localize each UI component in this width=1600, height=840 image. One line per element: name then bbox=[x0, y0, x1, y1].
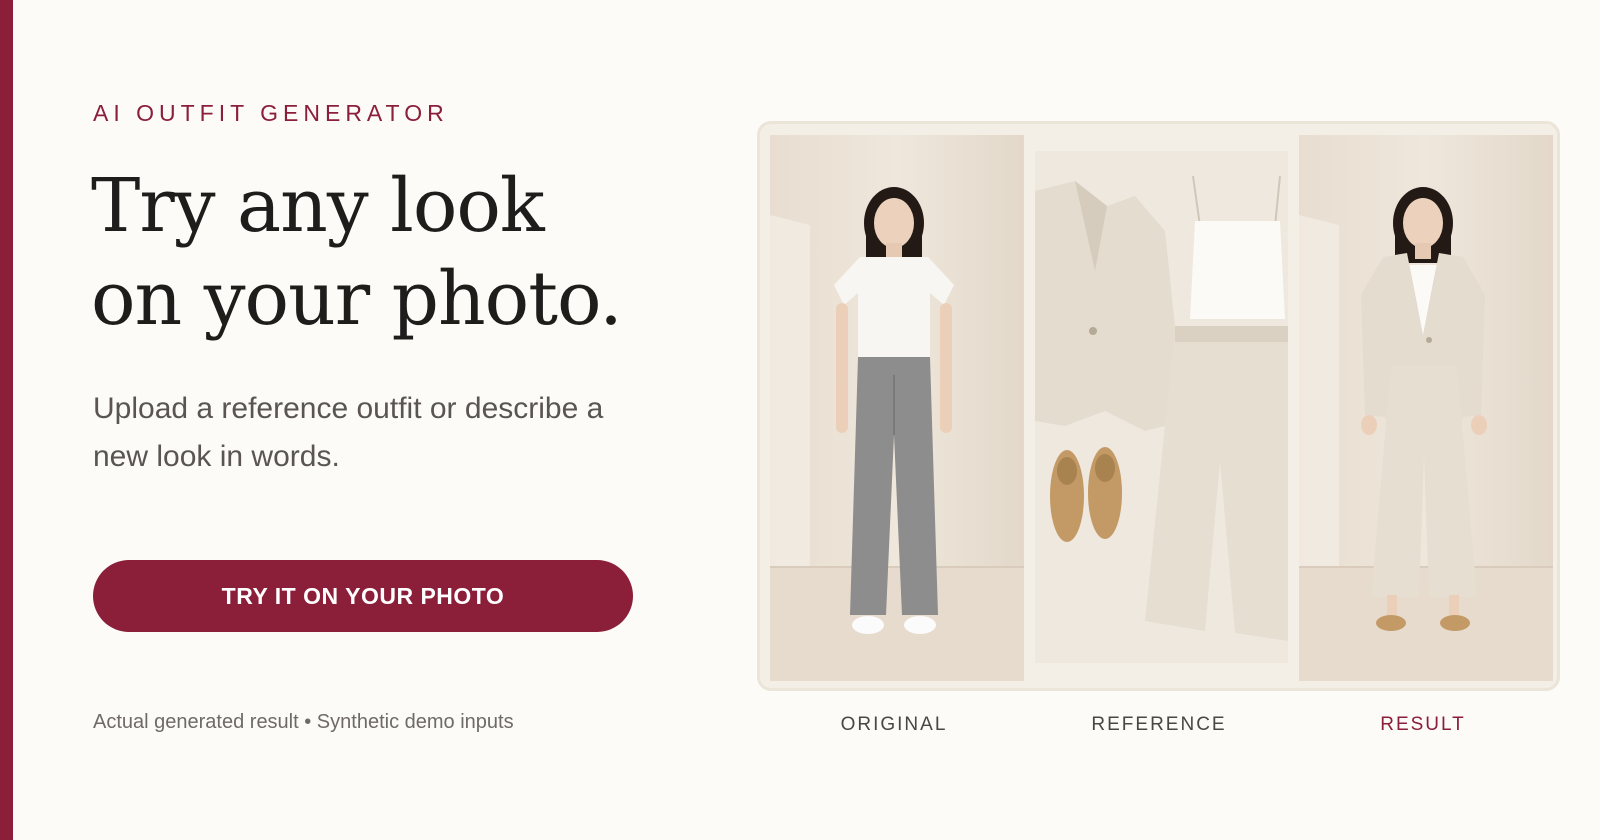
comparison-frame bbox=[757, 121, 1560, 691]
eyebrow-label: AI OUTFIT GENERATOR bbox=[93, 100, 449, 126]
headline: Try any look on your photo. bbox=[91, 160, 623, 346]
accent-bar bbox=[0, 0, 13, 840]
headline-line-2: on your photo. bbox=[91, 256, 623, 342]
caption-result: RESULT bbox=[1380, 714, 1466, 735]
caption-original: ORIGINAL bbox=[840, 714, 948, 735]
caption-reference: REFERENCE bbox=[1091, 714, 1227, 735]
hero-page: AI OUTFIT GENERATOR Try any look on your… bbox=[0, 0, 1600, 840]
reference-image bbox=[1035, 151, 1288, 663]
try-it-on-button[interactable]: TRY IT ON YOUR PHOTO bbox=[93, 560, 633, 632]
headline-line-1: Try any look bbox=[91, 163, 545, 249]
footnote: Actual generated result • Synthetic demo… bbox=[93, 711, 514, 733]
subhead: Upload a reference outfit or describe a … bbox=[93, 392, 604, 473]
original-image bbox=[770, 135, 1024, 681]
result-image bbox=[1299, 135, 1553, 681]
